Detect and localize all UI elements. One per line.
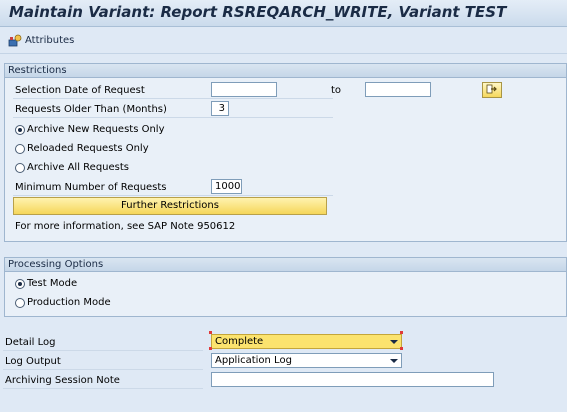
radio-button bbox=[15, 143, 25, 154]
older-than-label: Requests Older Than (Months) bbox=[15, 104, 167, 115]
detail-log-dropdown[interactable]: Complete bbox=[211, 334, 402, 349]
window-title: Maintain Variant: Report RSREQARCH_WRITE… bbox=[9, 3, 507, 21]
chevron-down-icon bbox=[390, 359, 398, 363]
radio-reloaded[interactable]: Reloaded Requests Only bbox=[15, 143, 149, 154]
radio-archive-new[interactable]: Archive New Requests Only bbox=[15, 124, 165, 135]
row-divider bbox=[3, 350, 203, 351]
row-divider bbox=[3, 369, 203, 370]
to-label: to bbox=[331, 85, 342, 96]
row-divider bbox=[13, 195, 333, 196]
radio-test-mode[interactable]: Test Mode bbox=[15, 278, 77, 289]
log-output-label: Log Output bbox=[5, 356, 61, 367]
chevron-down-icon bbox=[390, 340, 398, 344]
row-divider bbox=[13, 117, 333, 118]
selection-date-from-field[interactable] bbox=[211, 82, 277, 97]
title-bar: Maintain Variant: Report RSREQARCH_WRITE… bbox=[0, 0, 567, 27]
row-divider bbox=[3, 388, 203, 389]
application-toolbar: Attributes bbox=[0, 27, 567, 54]
further-restrictions-button[interactable]: Further Restrictions bbox=[13, 197, 327, 215]
focus-corner-marker bbox=[209, 347, 212, 350]
detail-log-value: Complete bbox=[215, 336, 264, 347]
session-note-label: Archiving Session Note bbox=[5, 375, 120, 386]
attributes-icon bbox=[8, 34, 22, 47]
radio-archive-new-label: Archive New Requests Only bbox=[27, 124, 165, 135]
log-output-dropdown[interactable]: Application Log bbox=[211, 353, 402, 368]
detail-log-label: Detail Log bbox=[5, 337, 56, 348]
radio-production-mode[interactable]: Production Mode bbox=[15, 297, 111, 308]
focus-corner-marker bbox=[400, 347, 403, 350]
attributes-label: Attributes bbox=[25, 34, 75, 46]
selection-date-label: Selection Date of Request bbox=[15, 85, 145, 96]
log-output-value: Application Log bbox=[215, 355, 292, 366]
focus-corner-marker bbox=[209, 331, 212, 334]
processing-options-group: Processing Options bbox=[4, 257, 567, 317]
radio-button bbox=[15, 297, 25, 308]
restrictions-group-title: Restrictions bbox=[5, 64, 566, 78]
session-note-field[interactable] bbox=[211, 372, 494, 387]
radio-test-mode-label: Test Mode bbox=[27, 278, 78, 289]
focus-corner-marker bbox=[400, 331, 403, 334]
radio-reloaded-label: Reloaded Requests Only bbox=[27, 143, 149, 154]
sap-note-info: For more information, see SAP Note 95061… bbox=[15, 221, 236, 232]
radio-button-selected bbox=[15, 124, 25, 135]
multiple-selection-arrow-icon bbox=[486, 84, 498, 97]
radio-button bbox=[15, 162, 25, 173]
multiple-selection-button[interactable] bbox=[482, 82, 502, 98]
row-divider bbox=[13, 98, 333, 99]
selection-date-to-field[interactable] bbox=[365, 82, 431, 97]
radio-archive-all-label: Archive All Requests bbox=[27, 162, 130, 173]
radio-production-mode-label: Production Mode bbox=[27, 297, 111, 308]
older-than-field[interactable]: 3 bbox=[211, 101, 229, 116]
attributes-button[interactable]: Attributes bbox=[8, 32, 74, 48]
radio-archive-all[interactable]: Archive All Requests bbox=[15, 162, 129, 173]
min-requests-field[interactable]: 1000 bbox=[211, 179, 242, 194]
min-requests-label: Minimum Number of Requests bbox=[15, 182, 167, 193]
processing-options-group-title: Processing Options bbox=[5, 258, 566, 272]
radio-button-selected bbox=[15, 278, 25, 289]
